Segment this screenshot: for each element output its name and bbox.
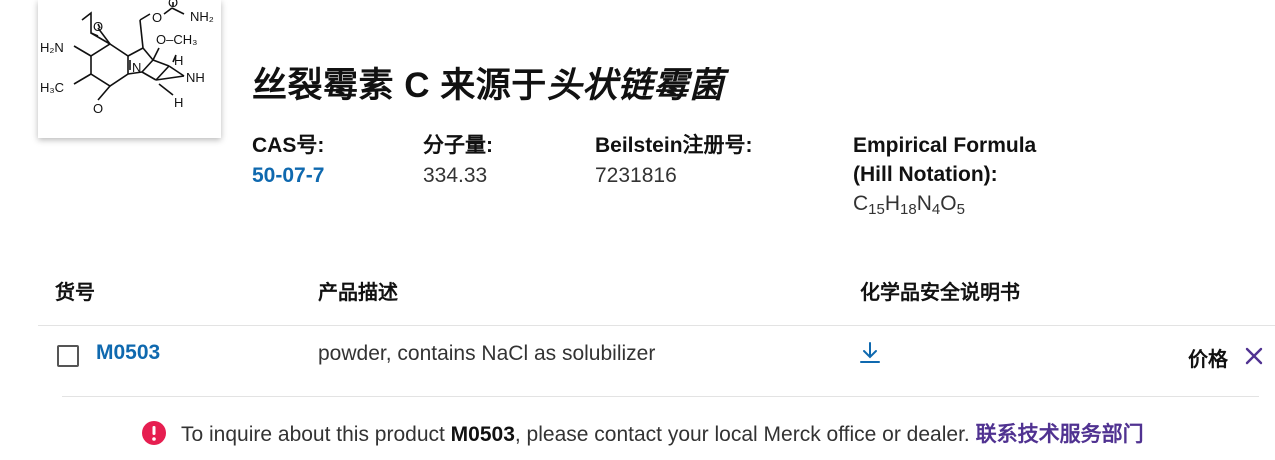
download-icon[interactable] <box>858 340 882 366</box>
product-title-main: 丝裂霉素 C 来源于 <box>252 66 547 105</box>
product-description: powder, contains NaCl as solubilizer <box>318 342 656 365</box>
property-beilstein: Beilstein注册号: 7231816 <box>595 131 753 190</box>
formula-label-line2: (Hill Notation): <box>853 163 998 186</box>
struct-label-nh: NH <box>186 70 205 85</box>
header-divider <box>38 325 1275 326</box>
mitomycin-structure: NH₂ H₂N O O O O O–CH₃ H₃C N NH H H <box>40 0 214 116</box>
struct-label-n: N <box>132 60 141 75</box>
error-icon <box>141 420 167 452</box>
mw-label: 分子量: <box>423 134 493 157</box>
property-molecular-weight: 分子量: 334.33 <box>423 131 493 190</box>
property-cas: CAS号: 50-07-7 <box>252 131 324 190</box>
property-formula: Empirical Formula (Hill Notation): C15H1… <box>853 131 1036 218</box>
struct-label-h3c: H₃C <box>40 80 64 95</box>
struct-label-o2: O <box>93 101 103 116</box>
struct-label-nh2: NH₂ <box>190 9 214 24</box>
header-sds: 化学品安全说明书 <box>860 282 1020 304</box>
contact-support-link[interactable]: 联系技术服务部门 <box>976 423 1144 446</box>
select-checkbox[interactable] <box>57 345 79 367</box>
struct-label-h1: H <box>174 53 183 68</box>
struct-label-och3: O–CH₃ <box>156 32 197 47</box>
inquiry-notice: To inquire about this product M0503, ple… <box>141 418 1144 452</box>
notice-text-before: To inquire about this product <box>181 423 451 446</box>
struct-label-o4: O <box>168 0 178 10</box>
formula-label-line1: Empirical Formula <box>853 134 1037 157</box>
price-toggle[interactable]: 价格 <box>1188 343 1228 372</box>
chemical-structure-image: NH₂ H₂N O O O O O–CH₃ H₃C N NH H H <box>38 0 221 138</box>
cas-link[interactable]: 50-07-7 <box>252 161 324 190</box>
struct-label-h2: H <box>174 95 183 110</box>
product-title: 丝裂霉素 C 来源于头状链霉菌 <box>252 57 724 108</box>
cas-label: CAS号: <box>252 134 325 157</box>
formula-value: C15H18N4O5 <box>853 192 965 218</box>
sku-link[interactable]: M0503 <box>96 341 160 365</box>
row-divider <box>62 396 1259 397</box>
struct-label-h2n: H₂N <box>40 40 64 55</box>
header-description: 产品描述 <box>318 282 398 304</box>
mw-value: 334.33 <box>423 164 488 187</box>
product-title-organism: 头状链霉菌 <box>546 66 725 105</box>
notice-text-after: , please contact your local Merck office… <box>514 423 976 446</box>
struct-label-o3: O <box>152 10 162 25</box>
beilstein-value: 7231816 <box>595 164 677 187</box>
struct-label-o1: O <box>93 19 103 34</box>
notice-product: M0503 <box>450 423 515 446</box>
close-icon[interactable] <box>1243 345 1265 367</box>
header-sku: 货号 <box>55 282 95 304</box>
beilstein-label: Beilstein注册号: <box>595 134 753 157</box>
